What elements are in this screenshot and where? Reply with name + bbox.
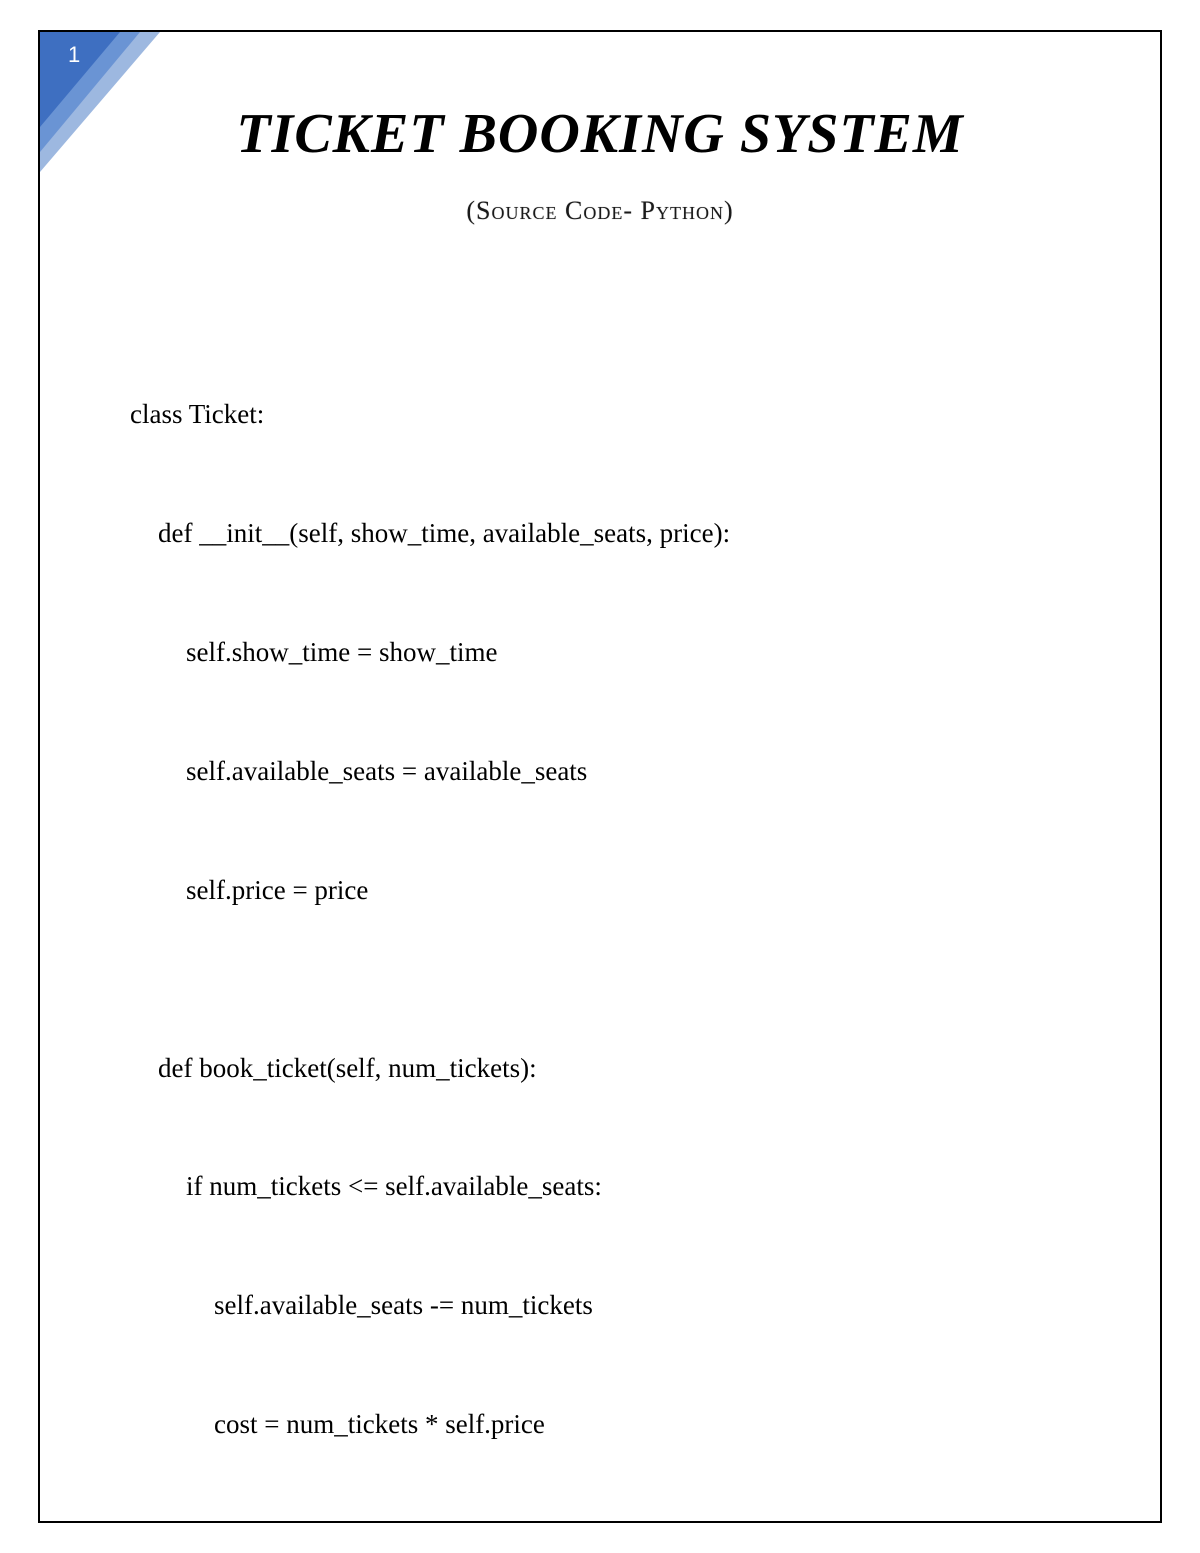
page-border: 1 TICKET BOOKING SYSTEM (Source Code- Py… <box>38 30 1162 1523</box>
source-code-block: class Ticket: def __init__(self, show_ti… <box>100 326 1100 1523</box>
code-line: def book_ticket(self, num_tickets): <box>130 1039 1100 1098</box>
page-content: TICKET BOOKING SYSTEM (Source Code- Pyth… <box>40 32 1160 1523</box>
document-title: TICKET BOOKING SYSTEM <box>100 102 1100 166</box>
document-subtitle: (Source Code- Python) <box>100 196 1100 226</box>
code-line: self.available_seats = available_seats <box>130 742 1100 801</box>
code-line: cost = num_tickets * self.price <box>130 1395 1100 1454</box>
code-line: self.price = price <box>130 861 1100 920</box>
page-number: 1 <box>68 42 80 68</box>
code-line: def __init__(self, show_time, available_… <box>130 504 1100 563</box>
code-line: self.available_seats -= num_tickets <box>130 1276 1100 1335</box>
code-line: class Ticket: <box>130 385 1100 444</box>
document-page: 1 TICKET BOOKING SYSTEM (Source Code- Py… <box>0 0 1200 1553</box>
code-line: self.show_time = show_time <box>130 623 1100 682</box>
code-line: if num_tickets <= self.available_seats: <box>130 1157 1100 1216</box>
code-line: return f"Booked {num_tickets} ticket(s) … <box>130 1514 1100 1523</box>
